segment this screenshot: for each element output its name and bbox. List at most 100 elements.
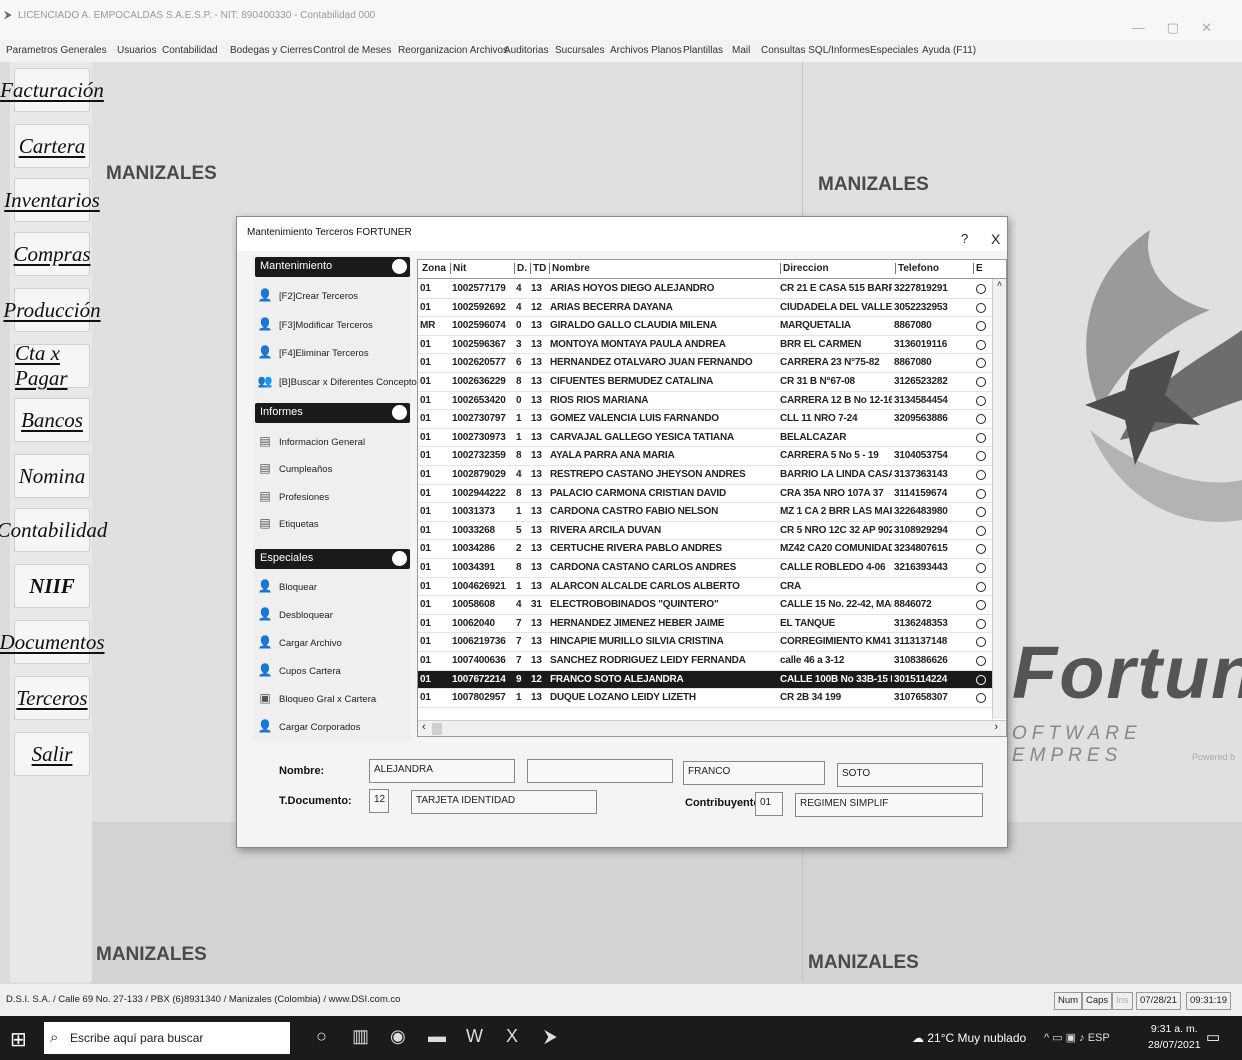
menu-item[interactable]: Mail xyxy=(732,45,750,56)
column-header-zona[interactable]: Zona xyxy=(420,263,446,274)
cargar-archivo-item[interactable]: 👤 Cargar Archivo xyxy=(257,632,342,654)
primer-nombre-field[interactable]: ALEJANDRA xyxy=(369,759,515,783)
profesiones-item[interactable]: ▤ Profesiones xyxy=(257,486,329,508)
table-row[interactable]: 01 1002730797 1 13 GOMEZ VALENCIA LUIS FARNA… xyxy=(418,410,1006,429)
menu-item[interactable]: Auditorias xyxy=(504,45,548,56)
crear-terceros-item[interactable]: 👤 [F2]Crear Terceros xyxy=(257,285,359,307)
table-row[interactable]: 01 1004626921 1 13 ALARCON ALCALDE CARLOS AL… xyxy=(418,578,1006,597)
collapse-toggle-icon[interactable] xyxy=(392,405,407,420)
help-button[interactable]: ? xyxy=(961,231,968,246)
column-header-direccion[interactable]: Direccion xyxy=(780,263,829,274)
weather-widget[interactable]: ☁ 21°C Muy nublado xyxy=(912,1031,1026,1045)
menu-item[interactable]: Plantillas xyxy=(683,45,723,56)
eliminar-terceros-item[interactable]: 👤 [F4]Eliminar Terceros xyxy=(257,342,369,364)
column-header-e[interactable]: E xyxy=(973,263,983,274)
close-button[interactable]: ✕ xyxy=(1201,20,1234,35)
taskbar-search[interactable]: ⌕ Escribe aquí para buscar xyxy=(44,1022,290,1054)
chrome-icon[interactable]: ◉ xyxy=(390,1026,406,1047)
segundo-apellido-field[interactable]: SOTO xyxy=(837,763,983,787)
table-row[interactable]: 01 1002592692 4 12 ARIAS BECERRA DAYANA CIUDA… xyxy=(418,299,1006,318)
table-row[interactable]: 01 1007672214 9 12 FRANCO SOTO ALEJANDRA CALL… xyxy=(418,670,1006,690)
nav-button-terceros[interactable]: Terceros xyxy=(14,676,90,720)
nav-button-compras[interactable]: Compras xyxy=(13,232,91,276)
nav-button-cartera[interactable]: Cartera xyxy=(14,124,90,168)
table-row[interactable]: 01 1002596367 3 13 MONTOYA MONTAYA PAULA AND… xyxy=(418,336,1006,355)
primer-apellido-field[interactable]: FRANCO xyxy=(683,761,825,785)
clock[interactable]: 9:31 a. m. 28/07/2021 xyxy=(1148,1021,1201,1053)
nav-button-producci-n[interactable]: Producción xyxy=(3,288,101,332)
table-row[interactable]: 01 1002944222 8 13 PALACIO CARMONA CRISTIAN … xyxy=(418,485,1006,504)
scroll-up-icon[interactable]: ˄ xyxy=(997,279,1002,289)
window-controls[interactable]: —▢✕ xyxy=(1132,20,1234,36)
table-row[interactable]: 01 10058608 4 31 ELECTROBOBINADOS "QUINTERO"… xyxy=(418,596,1006,615)
segundo-nombre-field[interactable] xyxy=(527,759,673,783)
etiquetas-item[interactable]: ▤ Etiquetas xyxy=(257,513,318,535)
table-row[interactable]: 01 1002653420 0 13 RIOS RIOS MARIANA CARRERA … xyxy=(418,392,1006,411)
table-row[interactable]: 01 1002636229 8 13 CIFUENTES BERMUDEZ CATALI… xyxy=(418,373,1006,392)
menu-item[interactable]: Sucursales xyxy=(555,45,604,56)
column-header-nit[interactable]: Nit xyxy=(450,263,466,274)
column-header-td[interactable]: TD xyxy=(530,263,546,274)
menu-item[interactable]: Bodegas y Cierres xyxy=(230,45,312,56)
collapse-toggle-icon[interactable] xyxy=(392,259,407,274)
modificar-terceros-item[interactable]: 👤 [F3]Modificar Terceros xyxy=(257,314,373,336)
menu-item[interactable]: Parametros Generales xyxy=(6,45,107,56)
desbloquear-item[interactable]: 👤 Desbloquear xyxy=(257,604,333,626)
cortana-icon[interactable]: ○ xyxy=(316,1026,327,1047)
menu-item[interactable]: Reorganizacion Archivos xyxy=(398,45,508,56)
fortuner-app-icon[interactable]: ⮞ xyxy=(544,1026,557,1047)
windows-start-icon[interactable]: ⊞ xyxy=(10,1027,27,1052)
cumpleanos-item[interactable]: ▤ Cumpleaños xyxy=(257,458,332,480)
nav-button-documentos[interactable]: Documentos xyxy=(0,620,105,664)
table-row[interactable]: 01 1007400636 7 13 SANCHEZ RODRIGUEZ LEIDY F… xyxy=(418,652,1006,671)
menu-item[interactable]: Especiales xyxy=(870,45,918,56)
contribuyente-code-field[interactable]: 01 xyxy=(755,792,783,816)
file-explorer-icon[interactable]: ▬ xyxy=(428,1026,446,1047)
horizontal-scrollbar[interactable]: ‹ › xyxy=(418,720,1006,736)
language-indicator[interactable]: ESP xyxy=(1088,1032,1110,1044)
informacion-general-item[interactable]: ▤ Informacion General xyxy=(257,431,365,453)
column-header-nombre[interactable]: Nombre xyxy=(549,263,590,274)
table-row[interactable]: 01 1002732359 8 13 AYALA PARRA ANA MARIA CARR… xyxy=(418,447,1006,466)
column-header-d[interactable]: D. xyxy=(514,263,527,274)
table-row[interactable]: 01 10033268 5 13 RIVERA ARCILA DUVAN CR 5 NRO… xyxy=(418,522,1006,541)
table-row[interactable]: 01 10034391 8 13 CARDONA CASTAÑO CARLOS ANDR… xyxy=(418,559,1006,578)
section-mantenimiento[interactable]: Mantenimiento xyxy=(255,257,410,277)
dialog-close-button[interactable]: X xyxy=(991,231,1000,247)
table-row[interactable]: MR 1002596074 0 13 GIRALDO GALLO CLAUDIA MIL… xyxy=(418,317,1006,336)
vertical-scrollbar[interactable]: ˄ xyxy=(992,279,1006,719)
bloquear-item[interactable]: 👤 Bloquear xyxy=(257,576,318,598)
nav-button-contabilidad[interactable]: Contabilidad xyxy=(0,508,107,552)
scroll-thumb[interactable] xyxy=(432,723,442,735)
menu-item[interactable]: Usuarios xyxy=(117,45,156,56)
word-icon[interactable]: W xyxy=(466,1026,483,1047)
excel-icon[interactable]: X xyxy=(506,1026,518,1047)
collapse-toggle-icon[interactable] xyxy=(392,551,407,566)
scroll-left-icon[interactable]: ‹ xyxy=(422,721,426,733)
table-row[interactable]: 01 10062040 7 13 HERNANDEZ JIMENEZ HEBER JAI… xyxy=(418,615,1006,634)
table-row[interactable]: 01 1002620577 6 13 HERNANDEZ OTALVARO JUAN F… xyxy=(418,354,1006,373)
nav-button-niif[interactable]: NIIF xyxy=(14,564,90,608)
nav-button-cta-x-pagar[interactable]: Cta x Pagar xyxy=(14,341,90,390)
menu-item[interactable]: Archivos Planos xyxy=(610,45,682,56)
cupos-cartera-item[interactable]: 👤 Cupos Cartera xyxy=(257,660,341,682)
table-row[interactable]: 01 1002879029 4 13 RESTREPO CASTAÑO JHEYSON … xyxy=(418,466,1006,485)
system-tray[interactable]: ^ ▭ ▣ ♪ ESP xyxy=(1044,1031,1110,1044)
table-row[interactable]: 01 1007802957 1 13 DUQUE LOZANO LEIDY LIZETH… xyxy=(418,689,1006,708)
menu-item[interactable]: Consultas SQL/Informes xyxy=(761,45,870,56)
bloqueo-gral-item[interactable]: ▣ Bloqueo Gral x Cartera xyxy=(257,688,376,710)
table-row[interactable]: 01 10031373 1 13 CARDONA CASTRO FABIO NELSON… xyxy=(418,503,1006,522)
menu-item[interactable]: Control de Meses xyxy=(313,45,391,56)
menu-item[interactable]: Ayuda (F11) xyxy=(922,45,976,56)
cargar-corporados-item[interactable]: 👤 Cargar Corporados xyxy=(257,716,361,738)
menu-item[interactable]: Contabilidad xyxy=(162,45,218,56)
section-especiales[interactable]: Especiales xyxy=(255,549,410,569)
terceros-grid[interactable]: Zona Nit D. TD Nombre Direccion Telefono… xyxy=(417,259,1007,737)
column-header-telefono[interactable]: Telefono xyxy=(895,263,939,274)
maximize-button[interactable]: ▢ xyxy=(1167,20,1201,35)
task-view-icon[interactable]: ▥ xyxy=(352,1026,369,1047)
tdocumento-code-field[interactable]: 12 xyxy=(369,789,389,813)
buscar-item[interactable]: 👥 [B]Buscar x Diferentes Conceptos xyxy=(257,371,422,393)
minimize-button[interactable]: — xyxy=(1132,20,1167,35)
table-row[interactable]: 01 1002730973 1 13 CARVAJAL GALLEGO YESICA T… xyxy=(418,429,1006,448)
